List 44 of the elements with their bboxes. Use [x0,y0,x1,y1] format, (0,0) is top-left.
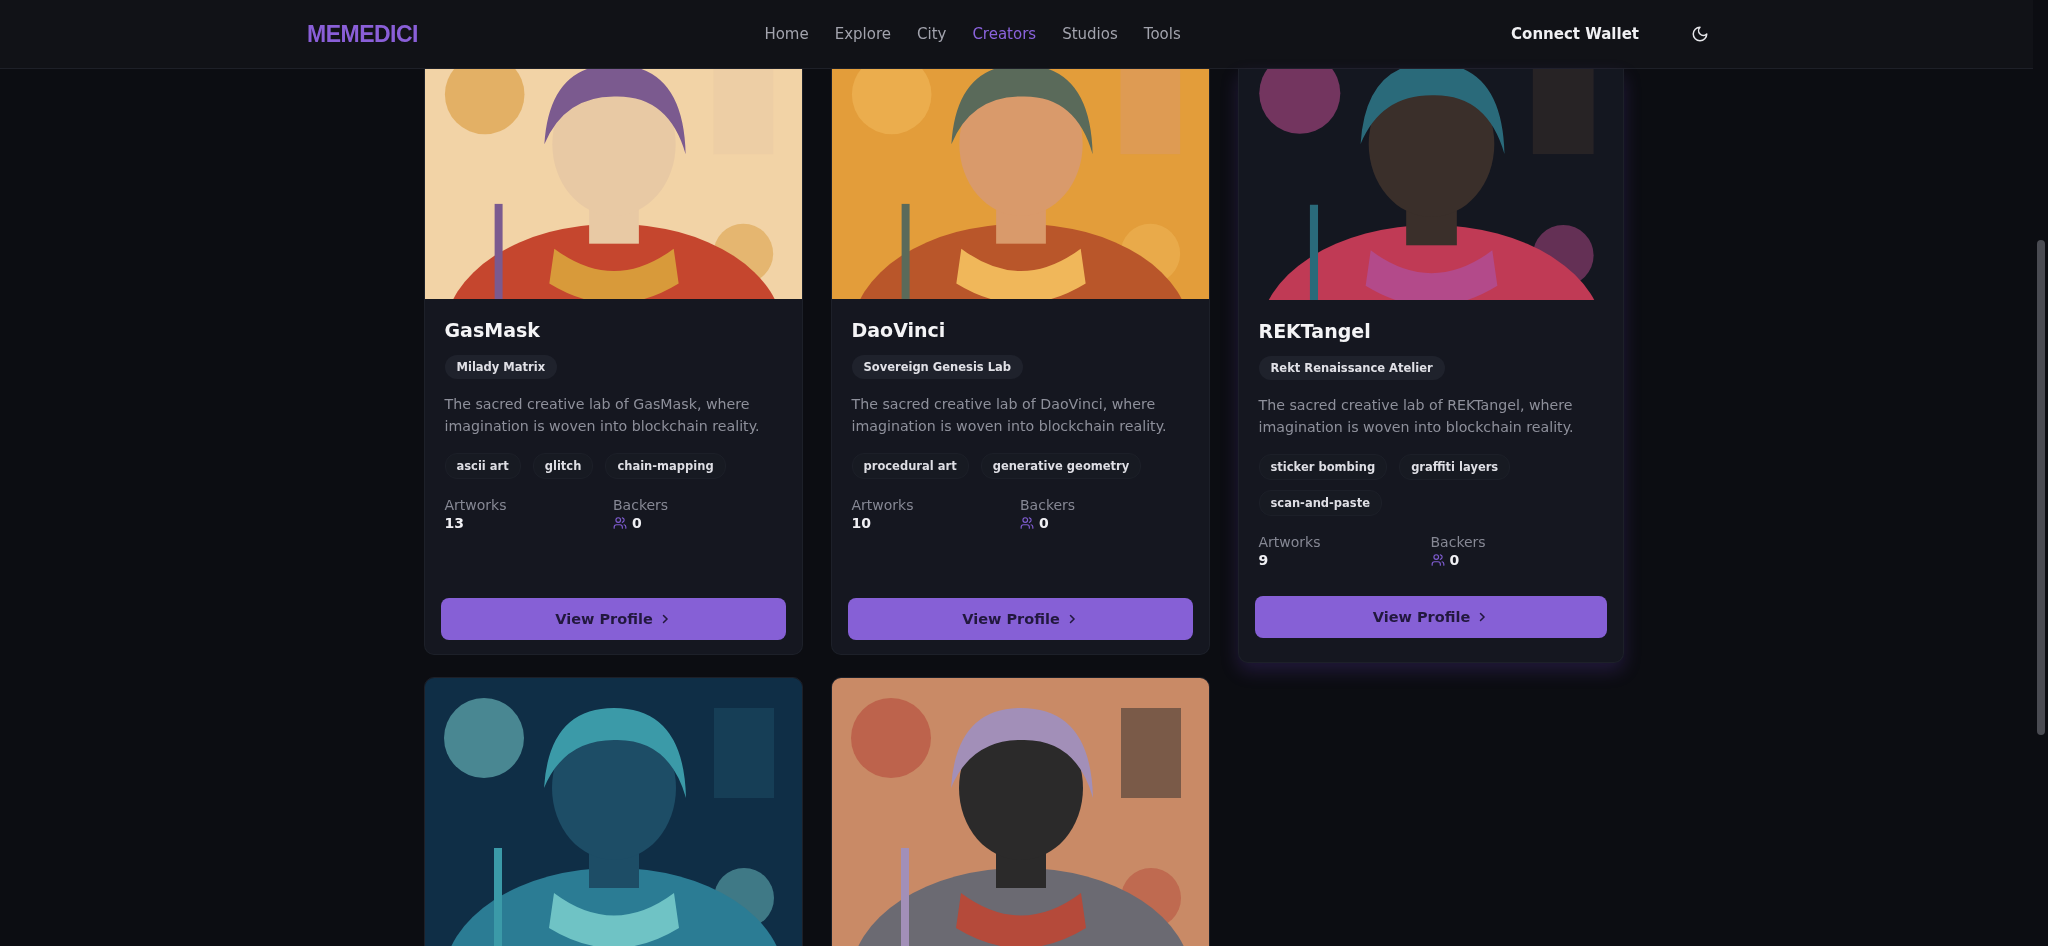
style-tag: glitch [532,453,594,479]
creator-description: The sacred creative lab of DaoVinci, where imagination is woven into blockchain reality. [851,395,1168,436]
stat-label: Artworks [851,497,915,513]
style-tag: chain-mapping [605,453,726,479]
users-icon [1430,553,1445,567]
nav-link[interactable]: Studios [1062,25,1118,43]
stat-label: Backers [1020,497,1077,513]
nav-link[interactable]: Creators [972,25,1037,43]
nav-link[interactable]: Tools [1143,25,1181,43]
view-profile-button[interactable]: View Profile [1254,596,1607,638]
artworks-count: 9 [1258,552,1269,568]
style-tag: ascii art [444,453,521,479]
backers-count: 0 [632,515,642,531]
artworks-count: 10 [851,515,871,531]
artworks-count: 13 [444,515,464,531]
creator-description: The sacred creative lab of GasMask, where imagination is woven into blockchain reality. [444,395,761,436]
users-icon [1020,516,1034,530]
stat-label: Backers [613,497,670,513]
studio-badge: Milady Matrix [444,355,558,379]
moon-icon [1691,25,1709,43]
nav-link[interactable]: Explore [834,25,891,43]
connect-wallet-button[interactable]: Connect Wallet [1497,17,1653,51]
users-icon [613,516,627,530]
creator-description: The sacred creative lab of REKTangel, where imagination is woven into blockchain reality. [1258,396,1575,437]
creator-name: REKTangel [1258,320,1372,342]
view-profile-button[interactable]: View Profile [440,598,786,640]
stat-label: Artworks [444,497,508,513]
creator-name: DaoVinci [851,319,947,341]
style-tag: graffiti layers [1399,454,1511,480]
view-profile-button[interactable]: View Profile [847,598,1193,640]
studio-badge: Sovereign Genesis Lab [851,355,1023,379]
creator-name: GasMask [444,319,541,341]
backers-count: 0 [1039,515,1049,531]
logo[interactable]: MEMEDICI [307,20,418,48]
stat-label: Backers [1430,534,1487,550]
style-tag: procedural art [851,453,969,479]
style-tag: generative geometry [980,453,1142,479]
style-tag: sticker bombing [1258,454,1388,480]
stat-label: Artworks [1258,534,1322,550]
backers-count: 0 [1449,552,1460,568]
studio-badge: Rekt Renaissance Atelier [1258,356,1445,380]
nav-link[interactable]: Home [764,25,809,43]
style-tag: scan-and-paste [1258,490,1382,516]
nav-link[interactable]: City [917,25,947,43]
